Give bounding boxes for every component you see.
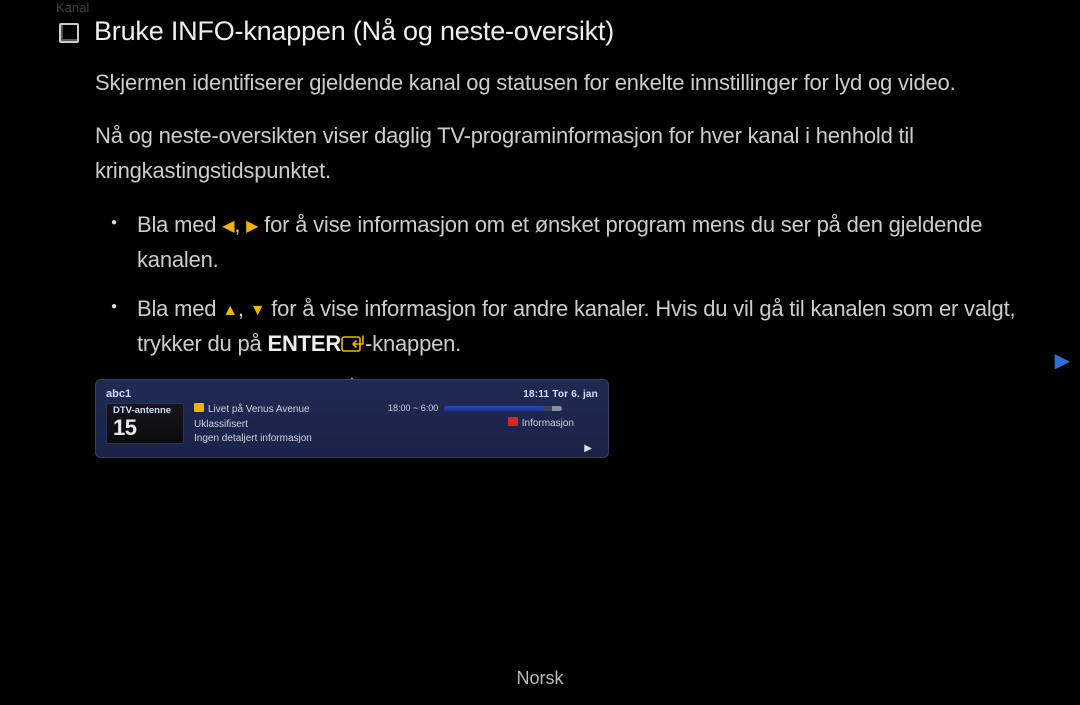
panel-arrow-right-icon: ▶: [584, 443, 592, 454]
footer-language: Norsk: [0, 668, 1080, 689]
bullet1-post: for å vise informasjon om et ønsket prog…: [137, 212, 982, 272]
bullet-list: Bla med ◀, ▶ for å vise informasjon om e…: [95, 207, 1021, 362]
arrow-right-icon: ▶: [246, 214, 258, 240]
panel-channel-name: abc1: [106, 388, 131, 400]
bullet-item-1: Bla med ◀, ▶ for å vise informasjon om e…: [95, 207, 1021, 277]
arrow-left-icon: ◀: [222, 214, 234, 240]
progress-bar-fill: [444, 406, 543, 411]
bullet1-mid: ,: [234, 212, 246, 237]
arrow-down-icon: ▼: [250, 298, 266, 324]
content-area: Bruke INFO-knappen (Nå og neste-oversikt…: [59, 16, 1021, 458]
page-title: Bruke INFO-knappen (Nå og neste-oversikt…: [94, 16, 614, 47]
channel-number: 15: [113, 416, 177, 439]
bullet2-pre: Bla med: [137, 296, 222, 321]
program-column: Livet på Venus Avenue Uklassifisert Inge…: [194, 403, 312, 447]
info-button-icon: [508, 417, 518, 426]
example-panel-wrap: ▲ abc1 18:11 Tor 6. jan DTV-antenne 15 L…: [95, 379, 609, 458]
enter-icon: [341, 335, 365, 353]
program-title: Livet på Venus Avenue: [194, 403, 312, 418]
progress-bar-end: [552, 406, 562, 411]
paragraph-1: Skjermen identifiserer gjeldende kanal o…: [95, 65, 1021, 100]
time-range-label: 18:00 ~ 6:00: [388, 403, 438, 413]
example-info-panel: abc1 18:11 Tor 6. jan DTV-antenne 15 Liv…: [95, 379, 609, 458]
body-text: Skjermen identifiserer gjeldende kanal o…: [95, 65, 1021, 361]
bullet1-pre: Bla med: [137, 212, 222, 237]
bullet2-mid: ,: [238, 296, 250, 321]
info-hint-label: Informasjon: [522, 418, 574, 429]
enter-label: ENTER: [267, 331, 341, 356]
panel-right-column: 18:00 ~ 6:00 Informasjon: [388, 387, 598, 429]
program-rating: Uklassifisert: [194, 418, 312, 433]
title-row: Bruke INFO-knappen (Nå og neste-oversikt…: [59, 16, 1021, 47]
arrow-up-icon: ▲: [222, 298, 238, 324]
progress-bar: [444, 406, 562, 411]
program-detail: Ingen detaljert informasjon: [194, 432, 312, 447]
section-label: Kanal: [56, 0, 89, 15]
progress-row: 18:00 ~ 6:00: [388, 403, 598, 413]
page-next-button[interactable]: ▶: [1055, 348, 1070, 373]
paragraph-2: Nå og neste-oversikten viser daglig TV-p…: [95, 118, 1021, 188]
bullet-item-2: Bla med ▲, ▼ for å vise informasjon for …: [95, 291, 1021, 361]
info-hint-row: Informasjon: [388, 417, 598, 429]
bullet2-post2: -knappen.: [365, 331, 461, 356]
channel-number-box: DTV-antenne 15: [106, 403, 184, 444]
bookmark-checkbox-icon: [59, 23, 79, 43]
panel-main: DTV-antenne 15 Livet på Venus Avenue Ukl…: [106, 403, 598, 447]
